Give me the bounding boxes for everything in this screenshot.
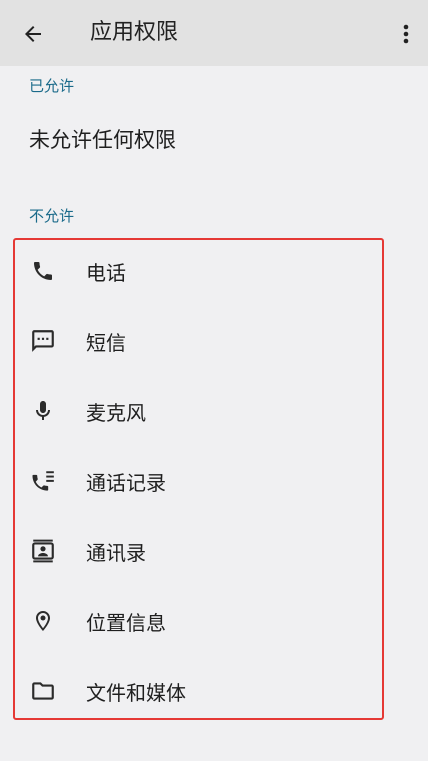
permission-label-sms: 短信 xyxy=(86,330,126,355)
denied-section-header: 不允许 xyxy=(29,207,75,225)
app-permissions-screen: 应用权限 已允许 未允许任何权限 不允许 电话 短信 麦克风 通话记录 通讯录 … xyxy=(0,0,428,761)
no-permissions-text: 未允许任何权限 xyxy=(29,128,176,152)
permission-item-contacts[interactable]: 通讯录 xyxy=(14,521,382,581)
permission-item-sms[interactable]: 短信 xyxy=(14,311,382,371)
arrow-back-icon xyxy=(21,22,45,46)
permission-label-contacts: 通讯录 xyxy=(86,540,146,565)
permission-item-microphone[interactable]: 麦克风 xyxy=(14,381,382,441)
permission-label-location: 位置信息 xyxy=(86,610,166,635)
contacts-icon xyxy=(28,536,58,566)
sms-icon xyxy=(28,326,58,356)
allowed-section-header: 已允许 xyxy=(29,77,75,95)
more-vert-icon xyxy=(403,24,409,44)
permission-item-call-log[interactable]: 通话记录 xyxy=(14,451,382,511)
permission-item-phone[interactable]: 电话 xyxy=(14,241,382,301)
permission-label-phone: 电话 xyxy=(86,260,126,285)
top-app-bar: 应用权限 xyxy=(0,0,428,66)
back-button[interactable] xyxy=(14,16,52,52)
permission-item-files-media[interactable]: 文件和媒体 xyxy=(14,661,382,721)
permission-label-microphone: 麦克风 xyxy=(86,400,146,425)
more-options-button[interactable] xyxy=(396,18,416,50)
permission-label-call-log: 通话记录 xyxy=(86,470,166,495)
permission-label-files-media: 文件和媒体 xyxy=(86,680,186,705)
location-icon xyxy=(28,606,58,636)
call-log-icon xyxy=(28,466,58,496)
folder-icon xyxy=(28,676,58,706)
microphone-icon xyxy=(28,396,58,426)
permission-item-location[interactable]: 位置信息 xyxy=(14,591,382,651)
phone-icon xyxy=(28,256,58,286)
page-title: 应用权限 xyxy=(90,20,179,45)
